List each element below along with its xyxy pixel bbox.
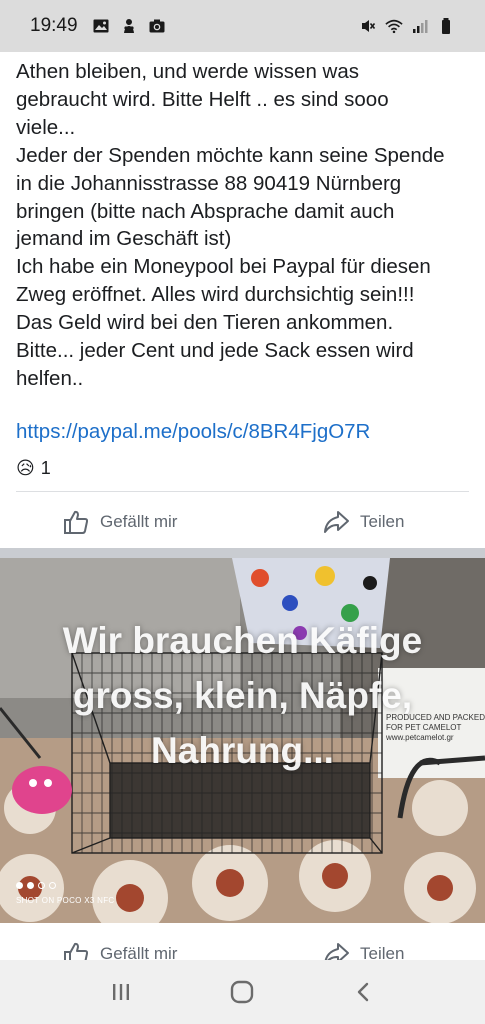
carousel-dot — [16, 882, 23, 889]
divider — [16, 491, 469, 492]
reaction-count: 1 — [40, 458, 51, 478]
status-icons-left — [92, 17, 166, 35]
post-photo[interactable]: Wir brauchen Käfige gross, klein, Näpfe,… — [0, 558, 485, 923]
overlay-line: Wir brauchen Käfige — [62, 620, 423, 661]
like-button[interactable]: Gefällt mir — [62, 508, 177, 536]
box-label-line: www.petcamelot.gr — [386, 733, 454, 742]
carousel-dots — [16, 882, 56, 889]
share-button[interactable]: Teilen — [322, 508, 404, 536]
camera-watermark: SHOT ON POCO X3 NFC — [16, 896, 115, 905]
home-button[interactable] — [222, 972, 262, 1012]
back-icon — [357, 982, 369, 1002]
camera-icon — [149, 19, 165, 33]
status-time: 19:49 — [30, 15, 78, 36]
like-label: Gefällt mir — [100, 512, 178, 531]
post-text: Athen bleiben, und werde wissen was gebr… — [16, 60, 445, 390]
post-actions: Gefällt mir Teilen — [0, 497, 485, 547]
paypal-link[interactable]: https://paypal.me/pools/c/8BR4FjgO7R — [16, 420, 370, 444]
app-notification-icon — [123, 19, 134, 33]
system-nav-bar — [0, 960, 485, 1024]
mute-icon — [362, 20, 376, 32]
share-icon — [324, 511, 349, 533]
sad-reaction-icon: 😥 — [16, 458, 35, 478]
box-label-line: FOR PET CAMELOT — [386, 723, 462, 732]
box-label: PRODUCED AND PACKED FOR PET CAMELOT www.… — [386, 713, 485, 743]
status-icons-right — [359, 17, 455, 35]
photo-overlay-text: Wir brauchen Käfige gross, klein, Näpfe,… — [0, 613, 485, 778]
reactions-summary[interactable]: 😥 1 — [16, 458, 51, 479]
box-label-line: PRODUCED AND PACKED — [386, 713, 485, 722]
carousel-dot — [49, 882, 56, 889]
status-bar: 19:49 — [0, 0, 485, 52]
recent-apps-button[interactable] — [101, 972, 141, 1012]
home-icon — [231, 980, 254, 1004]
thumbs-up-icon — [64, 510, 89, 534]
recent-apps-icon — [112, 984, 129, 1000]
post-separator — [0, 548, 485, 558]
share-label: Teilen — [360, 512, 405, 531]
battery-icon — [442, 18, 450, 34]
gallery-icon — [93, 19, 109, 33]
carousel-dot — [27, 882, 34, 889]
carousel-dot — [38, 882, 45, 889]
back-button[interactable] — [344, 972, 384, 1012]
wifi-icon — [385, 19, 403, 34]
signal-icon — [413, 20, 428, 33]
